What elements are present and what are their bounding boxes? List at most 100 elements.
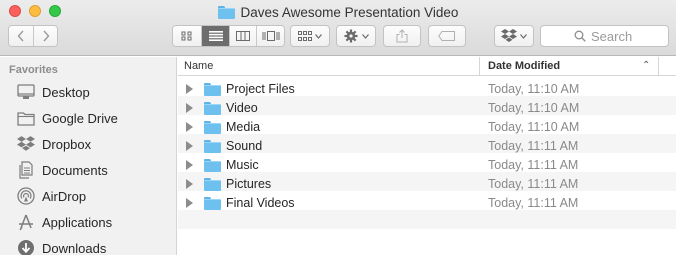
sidebar-item-label: Documents	[42, 163, 108, 178]
date-modified: Today, 11:11 AM	[488, 158, 579, 172]
search-icon	[574, 30, 586, 42]
folder-icon	[204, 102, 221, 115]
chevron-down-icon	[520, 33, 527, 39]
folder-icon	[217, 5, 235, 19]
list-view-button[interactable]	[201, 26, 229, 46]
search-field[interactable]	[540, 25, 669, 47]
column-header-row: Name Date Modified ⌃	[178, 57, 676, 76]
table-row[interactable]: Video Today, 11:10 AM	[178, 99, 676, 118]
table-row[interactable]: Pictures Today, 11:11 AM	[178, 175, 676, 194]
arrange-icon	[298, 31, 312, 41]
table-row[interactable]: Music Today, 11:11 AM	[178, 156, 676, 175]
file-name: Project Files	[226, 82, 295, 96]
sidebar-item-label: Downloads	[42, 241, 107, 255]
back-button[interactable]	[9, 26, 33, 46]
folder-icon	[204, 197, 221, 210]
disclosure-triangle-icon[interactable]	[186, 141, 193, 151]
file-name: Sound	[226, 139, 263, 153]
cover-flow-view-button[interactable]	[256, 26, 284, 46]
forward-button[interactable]	[33, 26, 57, 46]
table-row[interactable]: Final Videos Today, 11:11 AM	[178, 194, 676, 213]
sidebar: Favorites Desktop Google Drive Dropbox D…	[0, 57, 177, 255]
folder-icon	[204, 121, 221, 134]
sidebar-item-label: Google Drive	[42, 111, 118, 126]
table-row[interactable]: Sound Today, 11:11 AM	[178, 137, 676, 156]
dropbox-toolbar-button[interactable]	[494, 25, 534, 47]
share-button[interactable]	[383, 25, 421, 47]
desktop-icon	[17, 83, 35, 101]
share-icon	[396, 29, 408, 43]
disclosure-triangle-icon[interactable]	[186, 160, 193, 170]
file-name: Media	[226, 120, 261, 134]
sidebar-item-desktop[interactable]: Desktop	[0, 80, 177, 104]
navigation-buttons	[8, 25, 58, 47]
disclosure-triangle-icon[interactable]	[186, 122, 193, 132]
documents-icon	[17, 161, 35, 179]
column-view-button[interactable]	[229, 26, 256, 46]
table-row[interactable]: Project Files Today, 11:10 AM	[178, 80, 676, 99]
list-view-icon	[208, 31, 223, 41]
chevron-down-icon	[315, 33, 322, 39]
finder-window: Daves Awesome Presentation Video Search …	[0, 0, 676, 255]
sidebar-item-dropbox[interactable]: Dropbox	[0, 132, 177, 156]
dropbox-icon	[17, 135, 35, 153]
table-row[interactable]: Media Today, 11:10 AM	[178, 118, 676, 137]
file-name: Final Videos	[226, 196, 295, 210]
sidebar-item-label: Dropbox	[42, 137, 92, 152]
folder-icon	[204, 159, 221, 172]
search-input[interactable]	[591, 28, 635, 44]
tags-button[interactable]	[428, 25, 466, 47]
disclosure-triangle-icon[interactable]	[186, 84, 193, 94]
chevron-left-icon	[17, 30, 24, 42]
disclosure-triangle-icon[interactable]	[186, 179, 193, 189]
folder-icon	[17, 109, 35, 127]
date-modified: Today, 11:11 AM	[488, 139, 579, 153]
window-title-area: Daves Awesome Presentation Video	[0, 3, 676, 21]
disclosure-triangle-icon[interactable]	[186, 198, 193, 208]
icon-view-icon	[181, 31, 192, 41]
tag-icon	[438, 31, 455, 41]
gear-icon	[344, 29, 357, 43]
date-modified: Today, 11:11 AM	[488, 196, 579, 210]
action-button[interactable]	[336, 25, 376, 47]
view-mode-control	[172, 25, 285, 47]
toolbar: Daves Awesome Presentation Video	[0, 0, 676, 56]
file-name: Music	[226, 158, 259, 172]
sort-ascending-icon: ⌃	[642, 60, 651, 71]
arrange-button[interactable]	[290, 25, 330, 47]
sidebar-item-applications[interactable]: Applications	[0, 210, 177, 234]
sidebar-item-google-drive[interactable]: Google Drive	[0, 106, 177, 130]
date-modified: Today, 11:10 AM	[488, 120, 580, 134]
folder-icon	[204, 83, 221, 96]
name-column-header[interactable]: Name	[184, 60, 213, 72]
sidebar-item-label: Desktop	[42, 85, 90, 100]
date-modified-column-header[interactable]: Date Modified	[488, 60, 560, 72]
file-name: Pictures	[226, 177, 272, 191]
date-modified: Today, 11:10 AM	[488, 101, 580, 115]
icon-view-button[interactable]	[173, 26, 201, 46]
file-list: Name Date Modified ⌃ Project Files Today…	[178, 57, 676, 255]
downloads-icon	[17, 239, 35, 255]
chevron-right-icon	[42, 30, 49, 42]
column-view-icon	[236, 31, 250, 41]
sidebar-item-downloads[interactable]: Downloads	[0, 236, 177, 255]
applications-icon	[17, 213, 35, 231]
dropbox-icon	[501, 29, 517, 42]
disclosure-triangle-icon[interactable]	[186, 103, 193, 113]
folder-icon	[204, 178, 221, 191]
sidebar-item-label: AirDrop	[42, 189, 87, 204]
sidebar-item-airdrop[interactable]: AirDrop	[0, 184, 177, 208]
file-name: Video	[226, 101, 258, 115]
sidebar-item-label: Applications	[42, 215, 113, 230]
sidebar-heading: Favorites	[9, 64, 58, 76]
airdrop-icon	[17, 187, 35, 205]
folder-icon	[204, 140, 221, 153]
column-divider[interactable]	[658, 57, 659, 76]
column-divider[interactable]	[479, 57, 480, 76]
date-modified: Today, 11:11 AM	[488, 177, 579, 191]
window-title: Daves Awesome Presentation Video	[240, 4, 459, 20]
chevron-down-icon	[361, 33, 369, 39]
sidebar-item-documents[interactable]: Documents	[0, 158, 177, 182]
date-modified: Today, 11:10 AM	[488, 82, 580, 96]
cover-flow-view-icon	[262, 31, 279, 41]
